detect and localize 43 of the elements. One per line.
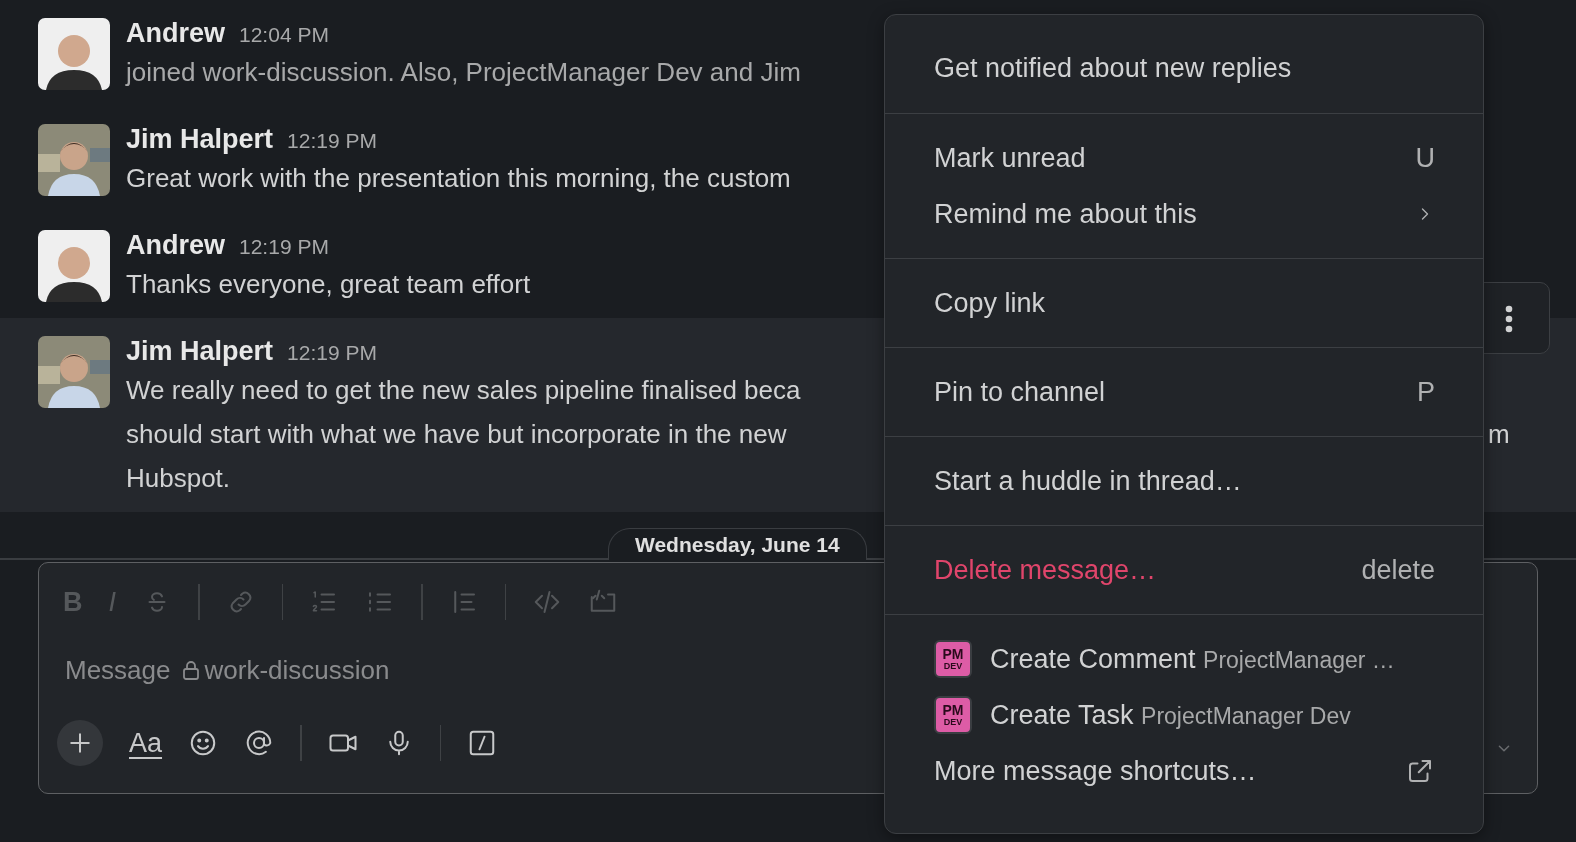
menu-item[interactable]: Get notified about new replies xyxy=(885,40,1483,96)
timestamp[interactable]: 12:19 PM xyxy=(287,129,377,153)
lock-icon xyxy=(180,659,201,681)
menu-item[interactable]: Copy link xyxy=(885,275,1483,331)
author-name[interactable]: Andrew xyxy=(126,18,225,49)
channel-name: work-discussion xyxy=(204,654,390,686)
menu-item[interactable]: Delete message… delete xyxy=(885,542,1483,598)
author-name[interactable]: Jim Halpert xyxy=(126,336,274,367)
avatar xyxy=(38,124,110,196)
message-text: m xyxy=(1488,418,1510,451)
message-text: Great work with the presentation this morning, the custom xyxy=(126,163,791,193)
timestamp[interactable]: 12:04 PM xyxy=(239,23,329,47)
message-text: joined work-discussion. Also, ProjectManager Dev and Jim xyxy=(126,57,801,87)
author-name[interactable]: Jim Halpert xyxy=(126,124,274,155)
message-field[interactable]: Message work-discussion xyxy=(39,627,829,713)
shortcut-hint: P xyxy=(1417,376,1435,408)
timestamp[interactable]: 12:19 PM xyxy=(287,341,377,365)
menu-item[interactable]: Mark unread U xyxy=(885,130,1483,186)
attach-button[interactable] xyxy=(57,720,103,766)
menu-item[interactable]: Pin to channel P xyxy=(885,364,1483,420)
app-icon: PM DEV xyxy=(934,640,972,678)
message-text: We really need to get the new sales pipeline finalised beca xyxy=(126,375,801,405)
menu-item[interactable]: More message shortcuts… xyxy=(885,743,1483,799)
avatar xyxy=(38,230,110,302)
message-text: should start with what we have but incorporate in the new xyxy=(126,419,787,449)
avatar xyxy=(38,18,110,90)
menu-item[interactable]: PM DEV Create Task ProjectManager Dev xyxy=(885,687,1483,743)
date-divider[interactable]: Wednesday, June 14 xyxy=(608,528,867,560)
message-text: Thanks everyone, great team effort xyxy=(126,269,531,299)
shortcut-hint: U xyxy=(1415,142,1435,174)
avatar xyxy=(38,336,110,408)
app-icon: PM DEV xyxy=(934,696,972,734)
timestamp[interactable]: 12:19 PM xyxy=(239,235,329,259)
menu-item[interactable]: Start a huddle in thread… xyxy=(885,453,1483,509)
placeholder-text: Message xyxy=(65,654,171,686)
message-text: Hubspot. xyxy=(126,463,231,493)
formatting-button[interactable]: Aa xyxy=(129,727,163,759)
shortcut-hint: delete xyxy=(1361,554,1435,586)
menu-item[interactable]: PM DEV Create Comment ProjectManager … xyxy=(885,631,1483,687)
menu-item[interactable]: Remind me about this xyxy=(885,186,1483,242)
author-name[interactable]: Andrew xyxy=(126,230,225,261)
more-actions-button[interactable] xyxy=(1503,303,1515,335)
more-icon xyxy=(1503,303,1515,335)
